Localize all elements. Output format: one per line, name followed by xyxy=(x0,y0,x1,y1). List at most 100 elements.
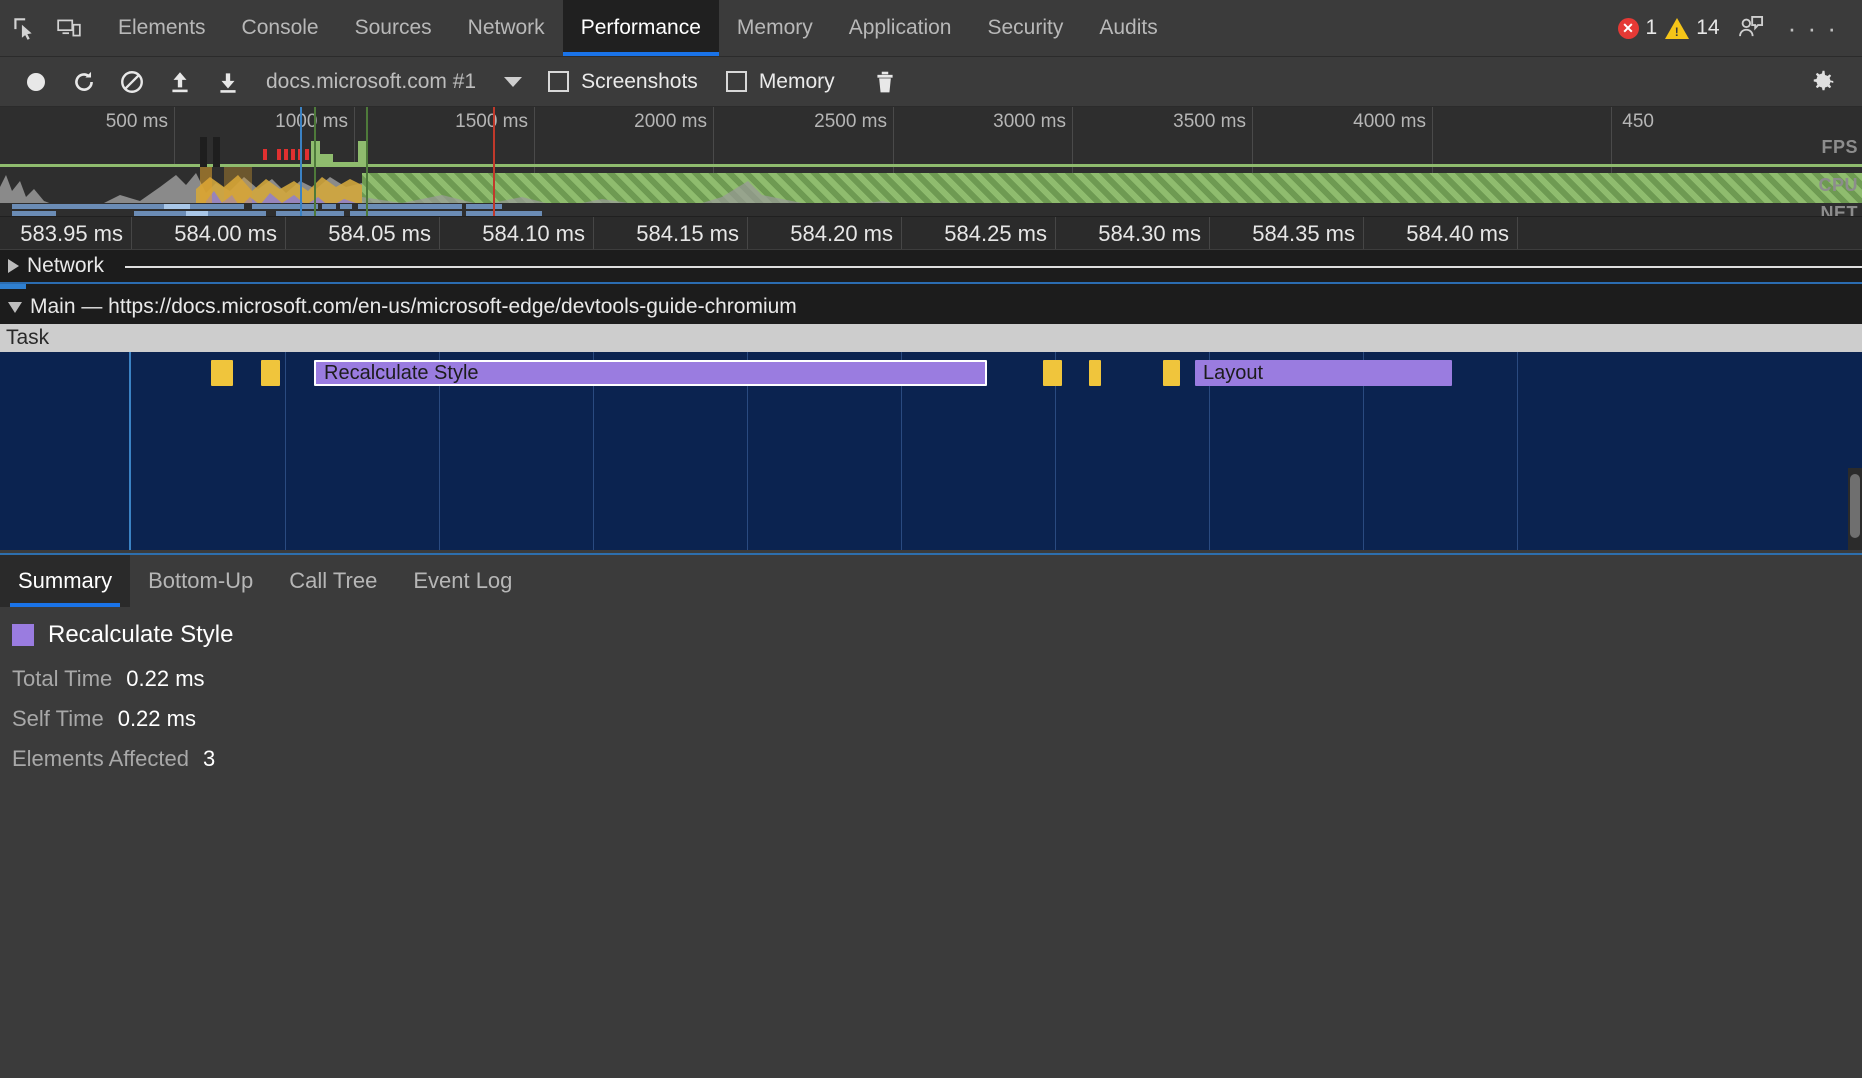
flame-chart[interactable]: Network Main — https://docs.microsoft.co… xyxy=(0,250,1862,550)
event-bar[interactable] xyxy=(1163,360,1180,386)
overview-selection-start[interactable] xyxy=(300,107,302,216)
ruler-tick-label: 584.40 ms xyxy=(1406,221,1509,246)
tab-elements[interactable]: Elements xyxy=(100,0,224,56)
trash-icon[interactable] xyxy=(863,62,907,102)
record-circle-icon[interactable] xyxy=(14,62,58,102)
network-divider xyxy=(125,266,1862,268)
tab-label: Security xyxy=(987,16,1064,39)
summary-key: Total Time xyxy=(12,666,113,691)
gear-icon[interactable] xyxy=(1804,62,1848,102)
tab-bottom-up[interactable]: Bottom-Up xyxy=(130,555,271,607)
event-bar-layout[interactable]: Layout xyxy=(1195,360,1452,386)
triangle-down-icon xyxy=(8,301,22,313)
event-bar[interactable] xyxy=(1089,360,1101,386)
details-tab-label: Event Log xyxy=(413,568,513,593)
timeline-overview[interactable]: 500 ms 1000 ms 1500 ms 2000 ms 2500 ms 3… xyxy=(0,107,1862,217)
devtools-tab-bar: Elements Console Sources Network Perform… xyxy=(0,0,1862,57)
error-icon: ✕ xyxy=(1617,17,1639,39)
tab-call-tree[interactable]: Call Tree xyxy=(271,555,395,607)
summary-row-elements-affected: Elements Affected 3 xyxy=(0,739,1862,779)
tab-summary[interactable]: Summary xyxy=(0,555,131,607)
task-row[interactable]: Task xyxy=(0,324,1862,352)
details-tab-label: Summary xyxy=(18,568,113,593)
overview-tick-label: 3000 ms xyxy=(993,111,1066,132)
cpu-section-label: CPU xyxy=(1818,175,1858,195)
flame-chart-events[interactable]: Recalculate Style Layout xyxy=(0,352,1862,550)
summary-row-total-time: Total Time 0.22 ms xyxy=(0,659,1862,699)
more-options-icon[interactable]: · · · xyxy=(1782,13,1844,44)
summary-value: 3 xyxy=(202,746,216,771)
task-label: Task xyxy=(6,326,50,349)
overview-marker-green2 xyxy=(366,107,368,216)
tab-security[interactable]: Security xyxy=(969,0,1081,56)
track-main-label: Main — https://docs.microsoft.com/en-us/… xyxy=(30,295,797,318)
event-color-swatch xyxy=(12,624,34,646)
flame-scrollbar[interactable] xyxy=(1848,468,1862,550)
tab-label: Elements xyxy=(118,16,206,39)
flame-scrollbar-thumb[interactable] xyxy=(1850,474,1860,538)
tab-label: Application xyxy=(848,16,952,39)
clear-icon[interactable] xyxy=(110,62,154,102)
details-panel: Summary Bottom-Up Call Tree Event Log Re… xyxy=(0,553,1862,1078)
timeline-detail-ruler: 583.95 ms 584.00 ms 584.05 ms 584.10 ms … xyxy=(0,217,1862,250)
track-main[interactable]: Main — https://docs.microsoft.com/en-us/… xyxy=(0,290,1862,324)
feedback-person-icon[interactable] xyxy=(1728,14,1774,42)
load-profile-icon[interactable] xyxy=(158,62,202,102)
warning-count: 14 xyxy=(1696,16,1720,39)
memory-checkbox[interactable]: Memory xyxy=(725,69,835,94)
tab-sources[interactable]: Sources xyxy=(337,0,450,56)
tab-audits[interactable]: Audits xyxy=(1081,0,1175,56)
ruler-tick-label: 584.30 ms xyxy=(1098,221,1201,246)
event-bar[interactable] xyxy=(1043,360,1062,386)
summary-row-self-time: Self Time 0.22 ms xyxy=(0,699,1862,739)
chevron-down-icon[interactable] xyxy=(504,76,523,87)
ruler-tick-label: 584.15 ms xyxy=(636,221,739,246)
fps-section-label: FPS xyxy=(1821,137,1858,157)
tab-bar-right-controls: ✕ 1 ! 14 · · · xyxy=(1617,0,1862,56)
tab-label: Audits xyxy=(1099,16,1158,39)
warning-icon: ! xyxy=(1665,17,1690,39)
summary-header: Recalculate Style xyxy=(0,607,1862,659)
device-toolbar-icon[interactable] xyxy=(46,0,92,56)
tab-label: Performance xyxy=(580,16,701,39)
overview-marker-green xyxy=(314,107,316,216)
details-tabs: Summary Bottom-Up Call Tree Event Log xyxy=(0,555,1862,607)
save-profile-icon[interactable] xyxy=(206,62,250,102)
ruler-tick-label: 584.10 ms xyxy=(482,221,585,246)
event-bar[interactable] xyxy=(211,360,233,386)
tab-label: Memory xyxy=(736,16,813,39)
track-network[interactable]: Network xyxy=(0,250,1862,282)
summary-value: 0.22 ms xyxy=(117,706,196,731)
overview-tick-label: 500 ms xyxy=(105,111,168,132)
event-bar-recalculate-style[interactable]: Recalculate Style xyxy=(314,360,987,386)
overview-tick-label: 3500 ms xyxy=(1173,111,1246,132)
tab-application[interactable]: Application xyxy=(831,0,970,56)
details-tab-label: Bottom-Up xyxy=(148,568,254,593)
ruler-tick-label: 584.35 ms xyxy=(1252,221,1355,246)
ruler-tick-label: 584.25 ms xyxy=(944,221,1047,246)
event-bar[interactable] xyxy=(261,360,280,386)
ruler-tick-label: 583.95 ms xyxy=(20,221,123,246)
error-badge[interactable]: ✕ 1 xyxy=(1617,16,1657,40)
tab-event-log[interactable]: Event Log xyxy=(395,555,530,607)
reload-record-icon[interactable] xyxy=(62,62,106,102)
overview-ruler: 500 ms 1000 ms 1500 ms 2000 ms 2500 ms 3… xyxy=(0,107,1862,137)
memory-label: Memory xyxy=(758,69,835,93)
summary-key: Self Time xyxy=(12,706,104,731)
summary-key: Elements Affected xyxy=(12,746,189,771)
ruler-tick-label: 584.00 ms xyxy=(174,221,277,246)
inspect-cursor-icon[interactable] xyxy=(0,0,46,56)
tab-console[interactable]: Console xyxy=(224,0,337,56)
tab-label: Console xyxy=(241,16,319,39)
tab-network[interactable]: Network xyxy=(450,0,563,56)
screenshots-checkbox[interactable]: Screenshots xyxy=(548,70,698,94)
screenshots-label: Screenshots xyxy=(581,69,698,93)
ruler-tick-label: 584.20 ms xyxy=(790,221,893,246)
warning-badge[interactable]: ! 14 xyxy=(1665,16,1720,40)
checkbox-box xyxy=(548,71,570,92)
details-tab-label: Call Tree xyxy=(289,568,378,593)
timeline-cursor[interactable] xyxy=(129,352,131,550)
tab-memory[interactable]: Memory xyxy=(719,0,831,56)
net-band xyxy=(0,203,1862,216)
tab-performance[interactable]: Performance xyxy=(562,0,720,56)
